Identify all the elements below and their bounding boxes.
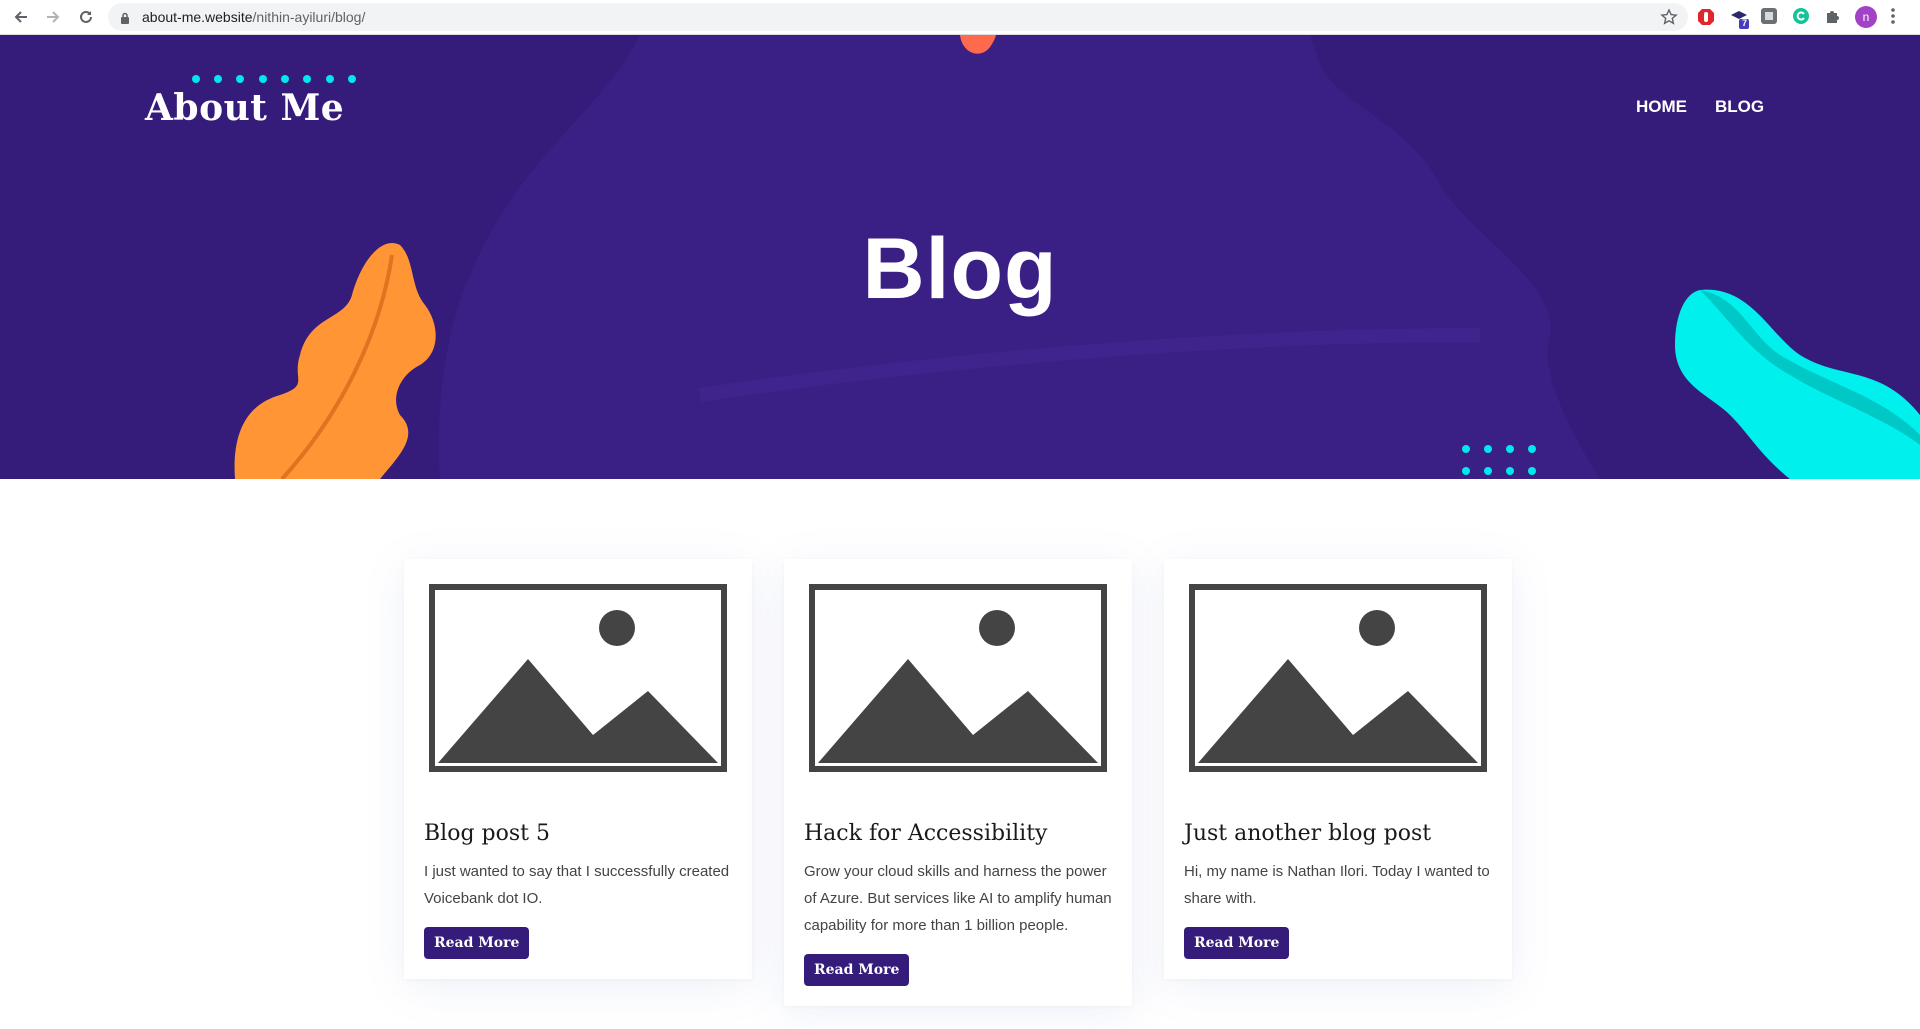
forward-arrow-icon[interactable] — [41, 5, 65, 29]
lock-icon — [120, 11, 130, 29]
blog-card: Just another blog post Hi, my name is Na… — [1164, 559, 1512, 979]
grammarly-extension-icon[interactable] — [1792, 7, 1812, 27]
reload-icon[interactable] — [74, 5, 98, 29]
star-icon[interactable] — [1660, 8, 1678, 31]
post-excerpt: Grow your cloud skills and harness the p… — [804, 863, 1112, 934]
post-title[interactable]: Hack for Accessibility — [804, 821, 1114, 846]
back-arrow-icon[interactable] — [9, 5, 33, 29]
extension-badge: 7 — [1742, 18, 1748, 28]
extension-icon[interactable]: 7 — [1728, 7, 1749, 29]
more-menu-icon[interactable] — [1890, 7, 1910, 27]
blog-posts-grid: Blog post 5 I just wanted to say that I … — [0, 479, 1920, 1029]
image-placeholder-icon[interactable] — [1188, 583, 1488, 778]
read-more-button[interactable]: Read More — [804, 954, 910, 986]
image-placeholder-icon[interactable] — [808, 583, 1108, 778]
site-brand[interactable]: About Me — [145, 87, 344, 129]
puzzle-extensions-icon[interactable] — [1824, 7, 1844, 27]
adblock-extension-icon[interactable] — [1696, 7, 1716, 27]
address-bar[interactable]: about-me.website/nithin-ayiluri/blog/ — [108, 3, 1688, 31]
url-text: about-me.website/nithin-ayiluri/blog/ — [142, 9, 366, 25]
read-more-button[interactable]: Read More — [1184, 927, 1290, 959]
post-title[interactable]: Just another blog post — [1184, 821, 1494, 846]
extension-icon[interactable] — [1760, 7, 1780, 27]
image-placeholder-icon[interactable] — [428, 583, 728, 778]
blog-card: Hack for Accessibility Grow your cloud s… — [784, 559, 1132, 1006]
blog-card: Blog post 5 I just wanted to say that I … — [404, 559, 752, 979]
nav-home-link[interactable]: HOME — [1636, 97, 1687, 117]
browser-toolbar: about-me.website/nithin-ayiluri/blog/ 7 … — [0, 0, 1920, 35]
post-title[interactable]: Blog post 5 — [424, 821, 734, 846]
post-excerpt: I just wanted to say that I successfully… — [424, 863, 730, 907]
read-more-button[interactable]: Read More — [424, 927, 530, 959]
hero-banner: About Me HOME BLOG Blog — [0, 35, 1920, 479]
page-title: Blog — [862, 221, 1058, 317]
profile-avatar[interactable]: n — [1855, 6, 1877, 28]
post-excerpt: Hi, my name is Nathan Ilori. Today I wan… — [1184, 863, 1490, 907]
nav-blog-link[interactable]: BLOG — [1715, 97, 1764, 117]
